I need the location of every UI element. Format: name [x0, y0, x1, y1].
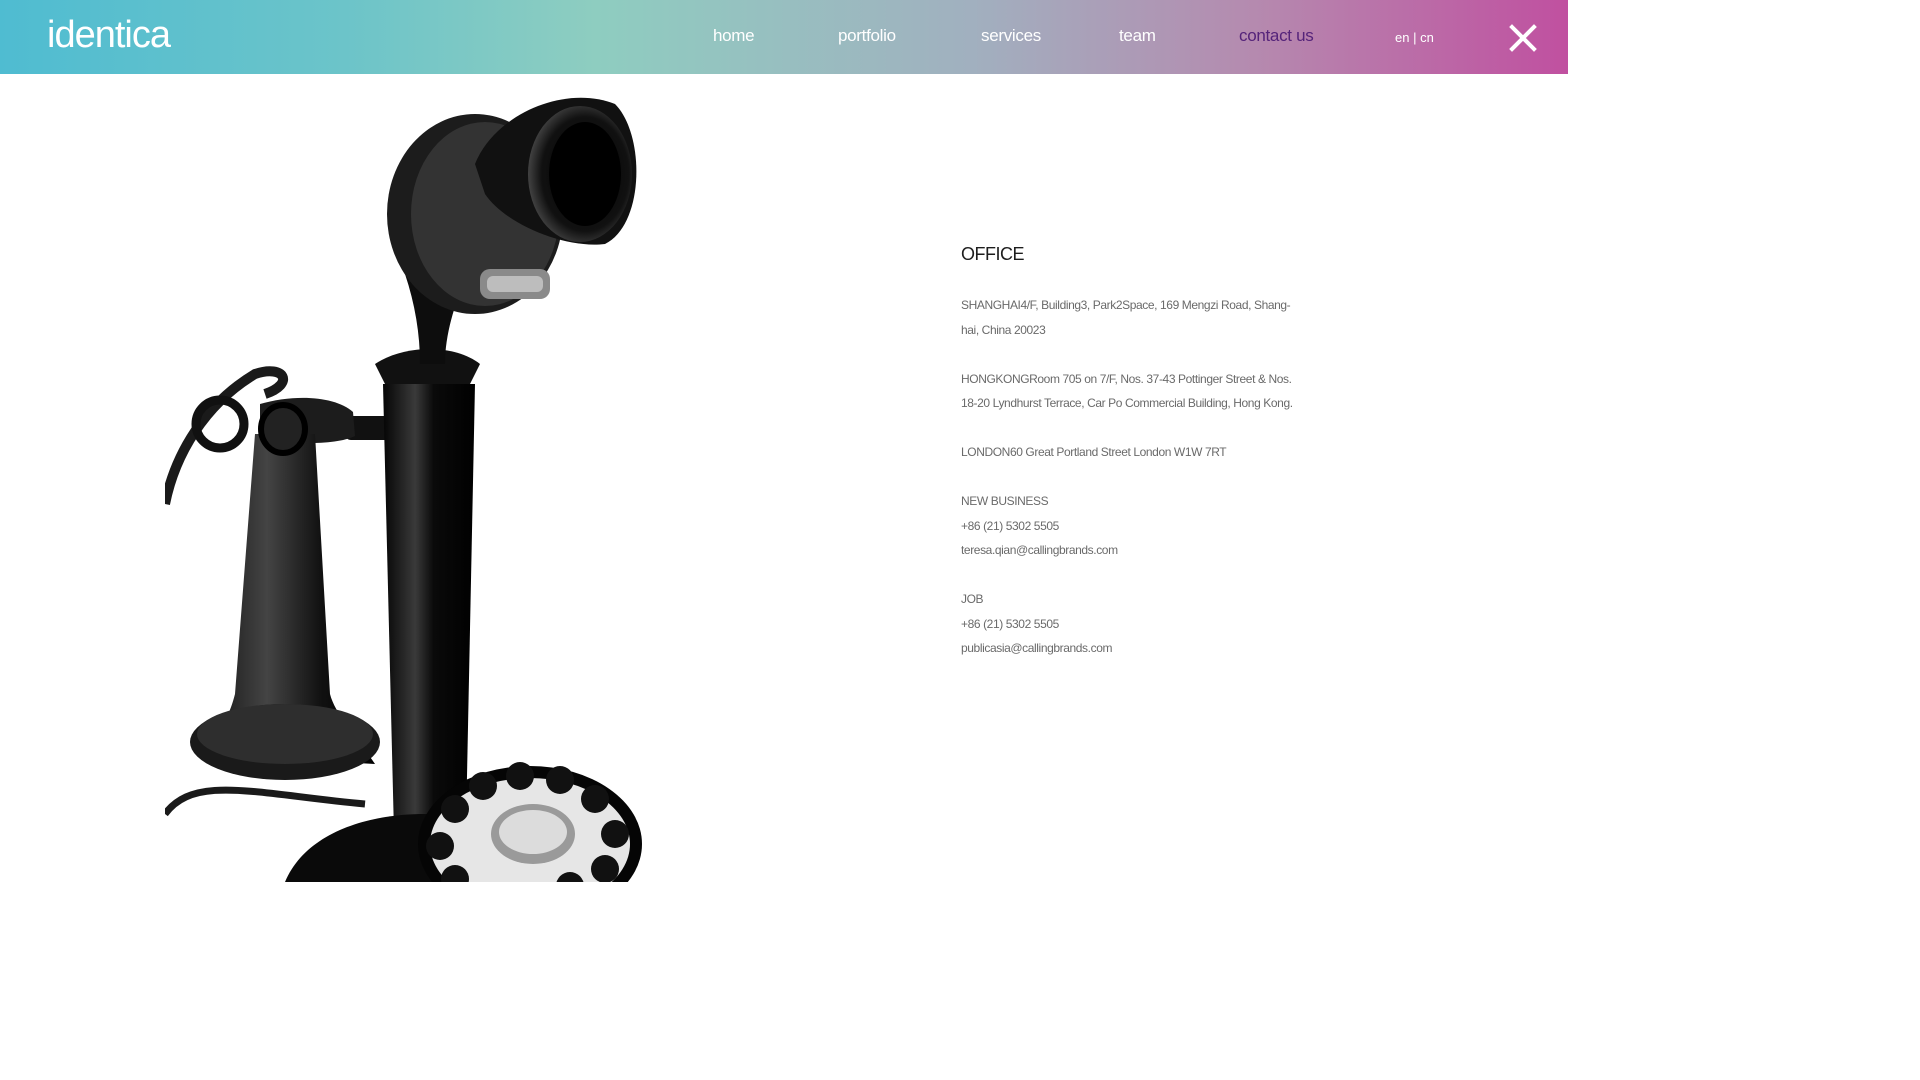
new-business-email[interactable]: teresa.qian@callingbrands.com	[961, 538, 1301, 563]
address-line: HONGKONGRoom 705 on 7/F, Nos. 37-43 Pott…	[961, 371, 1292, 386]
hongkong-address: HONGKONGRoom 705 on 7/F, Nos. 37-43 Pott…	[961, 367, 1301, 416]
new-business-title: NEW BUSINESS	[961, 494, 1049, 508]
nav-home[interactable]: home	[713, 26, 755, 46]
london-address: LONDON60 Great Portland Street London W1…	[961, 440, 1301, 465]
nav-team[interactable]: team	[1119, 26, 1156, 46]
job-email[interactable]: publicasia@callingbrands.com	[961, 636, 1301, 661]
nav-contact-us[interactable]: contact us	[1239, 26, 1314, 46]
contact-info: OFFICE SHANGHAI4/F, Building3, Park2Spac…	[961, 244, 1301, 661]
address-line: LONDON60 Great Portland Street London W1…	[961, 445, 1227, 459]
lang-separator: |	[1413, 30, 1417, 45]
nav-services[interactable]: services	[981, 26, 1041, 46]
language-switcher: en | cn	[1395, 30, 1434, 45]
lang-en[interactable]: en	[1395, 30, 1409, 45]
nav-portfolio[interactable]: portfolio	[838, 26, 896, 46]
address-line: hai, China 20023	[961, 322, 1046, 337]
lang-cn[interactable]: cn	[1420, 30, 1434, 45]
new-business-phone[interactable]: +86 (21) 5302 5505	[961, 514, 1301, 539]
new-business-contact: NEW BUSINESS +86 (21) 5302 5505 teresa.q…	[961, 489, 1301, 563]
job-title: JOB	[961, 592, 984, 606]
candlestick-telephone-image	[165, 97, 642, 882]
shanghai-address: SHANGHAI4/F, Building3, Park2Space, 169 …	[961, 293, 1301, 342]
header-bar: identica home portfolio services team co…	[0, 0, 1568, 74]
logo[interactable]: identica	[47, 14, 171, 57]
office-heading: OFFICE	[961, 244, 1025, 264]
job-phone[interactable]: +86 (21) 5302 5505	[961, 612, 1301, 637]
job-contact: JOB +86 (21) 5302 5505 publicasia@callin…	[961, 587, 1301, 661]
address-line: 18-20 Lyndhurst Terrace, Car Po Commerci…	[961, 396, 1293, 410]
close-icon[interactable]	[1505, 20, 1541, 56]
address-line: SHANGHAI4/F, Building3, Park2Space, 169 …	[961, 298, 1291, 312]
